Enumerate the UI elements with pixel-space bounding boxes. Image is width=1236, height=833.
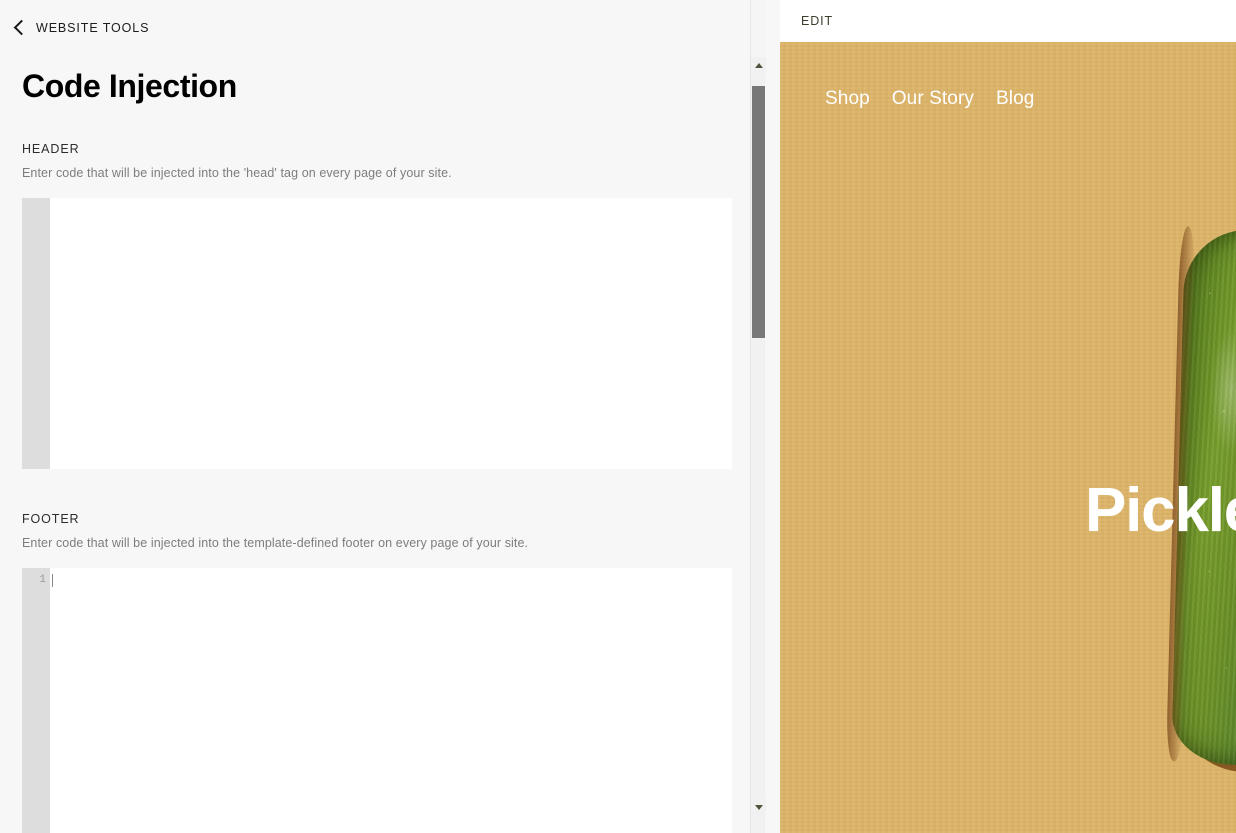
scrollbar-top-cap [751, 0, 766, 57]
scrollbar-track[interactable] [751, 57, 766, 833]
site-nav-link-our-story[interactable]: Our Story [892, 88, 974, 110]
footer-code-input[interactable] [50, 568, 732, 833]
header-section-description: Enter code that will be injected into th… [22, 166, 452, 181]
back-to-website-tools-link[interactable]: WEBSITE TOOLS [0, 0, 765, 42]
footer-editor-gutter: 1 [22, 568, 50, 833]
header-injection-section: HEADER Enter code that will be injected … [0, 142, 765, 470]
footer-code-editor[interactable]: 1 [22, 568, 732, 833]
header-code-editor[interactable] [22, 198, 732, 470]
footer-section-description: Enter code that will be injected into th… [22, 536, 529, 551]
header-section-label: HEADER [22, 142, 80, 157]
chevron-left-icon [13, 19, 30, 36]
footer-editor-line-number: 1 [39, 574, 46, 587]
back-nav-label: WEBSITE TOOLS [36, 20, 150, 35]
edit-button[interactable]: EDIT [801, 14, 833, 28]
hero-heading: Pickle [1085, 476, 1236, 545]
site-preview-canvas[interactable]: Shop Our Story Blog Pickle [780, 42, 1236, 833]
header-editor-gutter [22, 198, 50, 470]
scrollbar-thumb[interactable] [752, 86, 765, 338]
footer-section-label: FOOTER [22, 512, 80, 527]
site-preview-panel: EDIT Shop Our Story Blog Pickle [780, 0, 1236, 833]
site-navigation: Shop Our Story Blog [825, 88, 1034, 110]
footer-injection-section: FOOTER Enter code that will be injected … [0, 512, 765, 833]
settings-panel: WEBSITE TOOLS Code Injection HEADER Ente… [0, 0, 780, 833]
settings-panel-scrollbar[interactable] [750, 0, 766, 833]
scroll-down-arrow-icon [754, 805, 763, 810]
code-injection-screen: WEBSITE TOOLS Code Injection HEADER Ente… [0, 0, 1236, 833]
text-caret [52, 574, 53, 588]
page-title: Code Injection [22, 68, 237, 104]
site-nav-link-shop[interactable]: Shop [825, 88, 870, 110]
settings-scroll-area: WEBSITE TOOLS Code Injection HEADER Ente… [0, 0, 765, 833]
site-nav-link-blog[interactable]: Blog [996, 88, 1034, 110]
header-code-input[interactable] [50, 198, 732, 470]
preview-toolbar: EDIT [780, 0, 1236, 42]
scrollbar-down-button[interactable] [751, 799, 766, 816]
